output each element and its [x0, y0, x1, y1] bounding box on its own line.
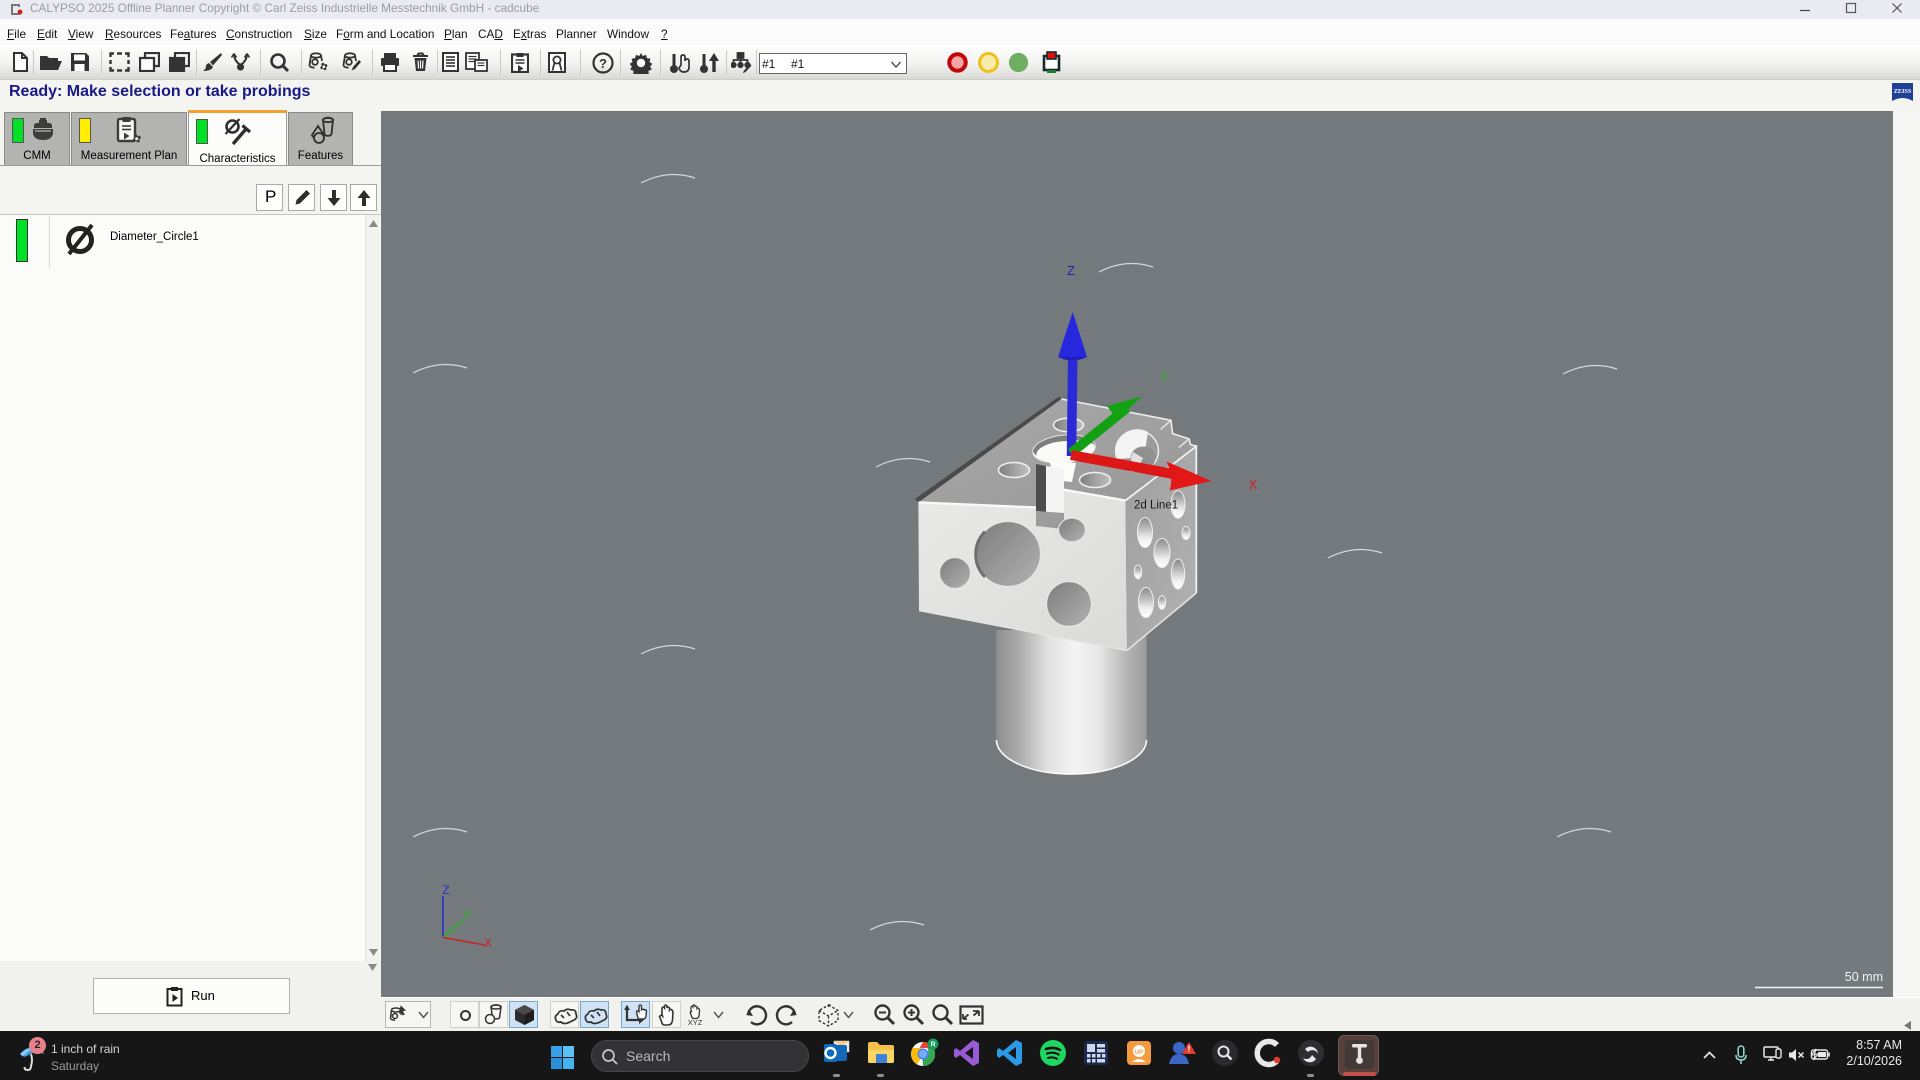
- svg-text:Y: Y: [463, 908, 471, 922]
- svg-text:?: ?: [599, 56, 607, 71]
- svg-text:Y: Y: [1160, 370, 1169, 385]
- svg-text:!: !: [1188, 1044, 1191, 1054]
- svg-text:UP: UP: [1135, 1050, 1143, 1056]
- svg-text:50 mm: 50 mm: [1845, 970, 1883, 984]
- svg-text:R: R: [930, 1042, 935, 1049]
- svg-text:X: X: [1249, 477, 1258, 492]
- svg-text:ZEISS: ZEISS: [1894, 88, 1912, 95]
- svg-text:X: X: [484, 936, 492, 950]
- svg-text:Z: Z: [1067, 263, 1075, 278]
- svg-text:2d Line1: 2d Line1: [1134, 500, 1178, 512]
- svg-text:Z: Z: [442, 883, 449, 897]
- svg-text:XYZ: XYZ: [688, 1018, 703, 1026]
